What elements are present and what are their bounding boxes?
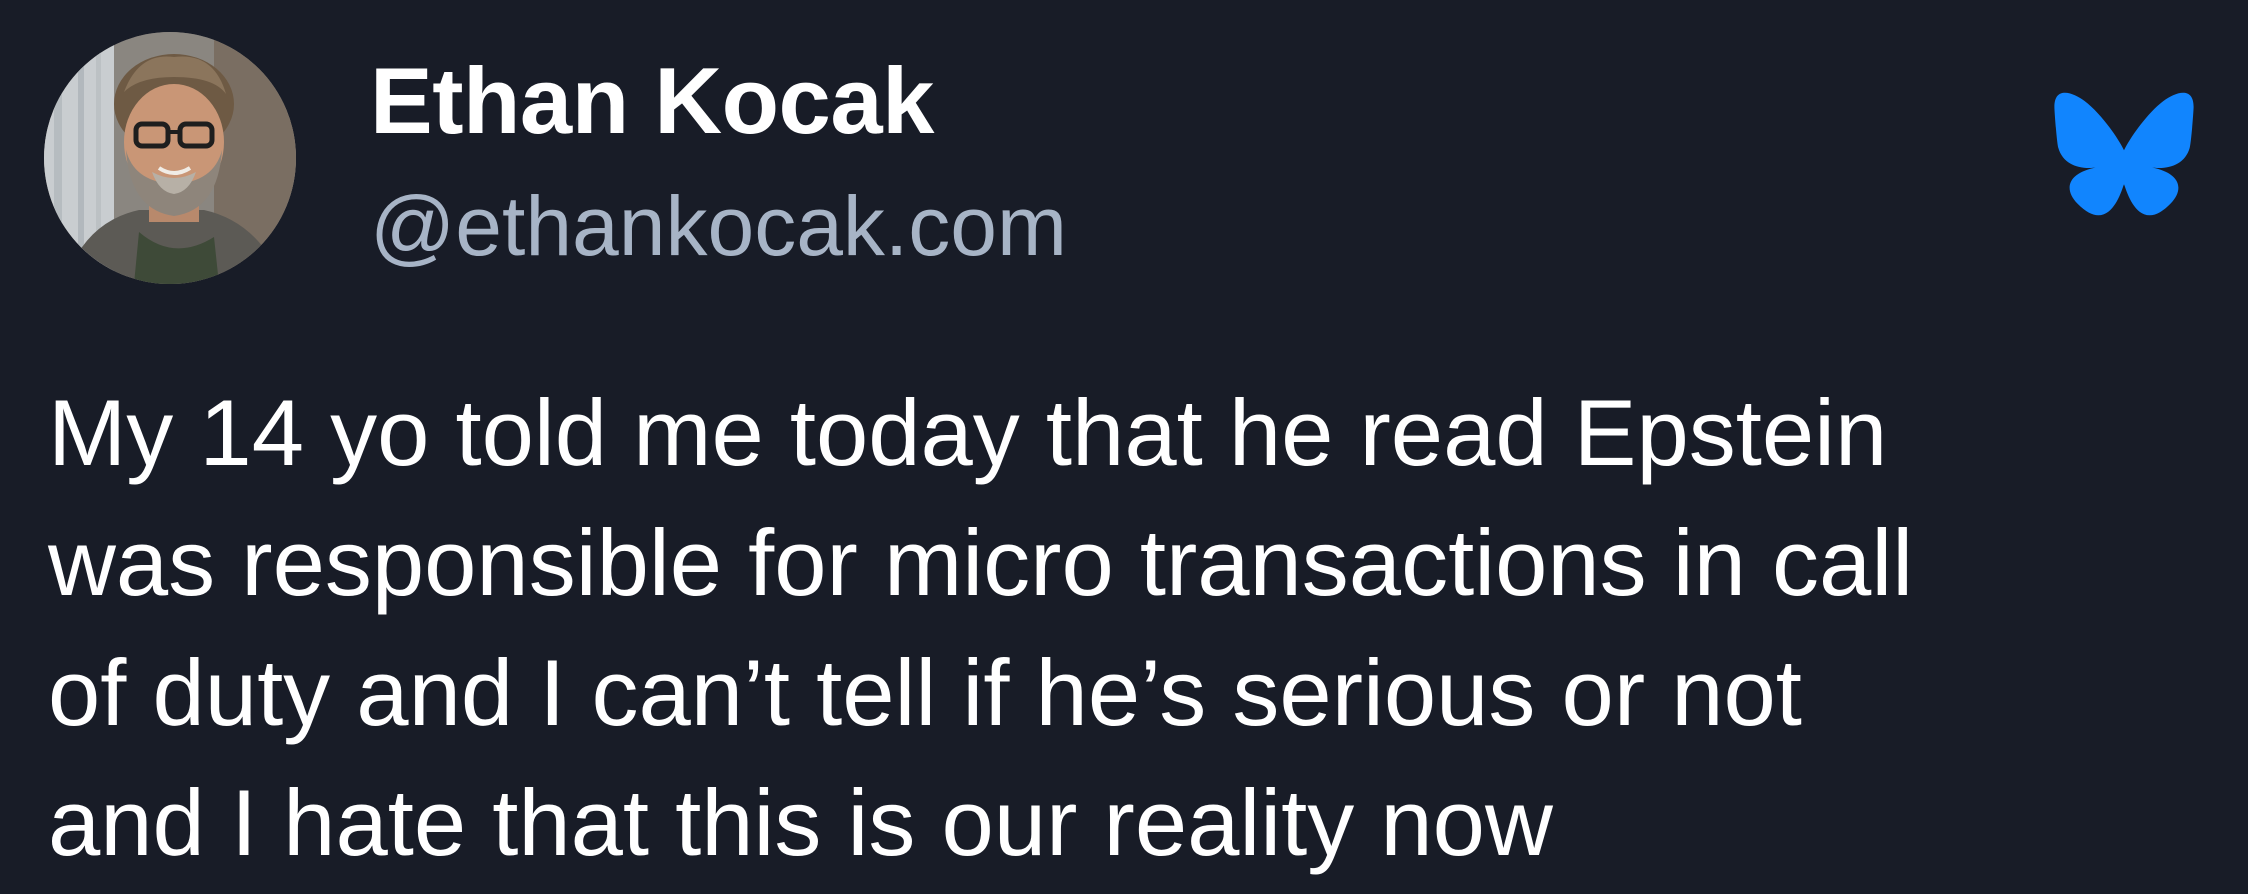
author-handle[interactable]: @ethankocak.com [370,174,1067,278]
post-text-line: of duty and I can’t tell if he’s serious… [48,640,1802,745]
post-text-line: and I hate that this is our reality now [48,770,1553,875]
post-text-line: My 14 yo told me today that he read Epst… [48,380,1888,485]
bluesky-butterfly-icon [2052,90,2196,218]
author-display-name[interactable]: Ethan Kocak [370,46,934,156]
post-text-line: was responsible for micro transactions i… [48,510,1914,615]
avatar[interactable] [44,32,296,284]
bluesky-butterfly-icon-svg [2054,92,2194,216]
avatar-photo [44,32,296,284]
post-card: Ethan Kocak @ethankocak.com My 14 yo tol… [0,0,2248,894]
post-text: My 14 yo told me today that he read Epst… [48,368,2228,888]
